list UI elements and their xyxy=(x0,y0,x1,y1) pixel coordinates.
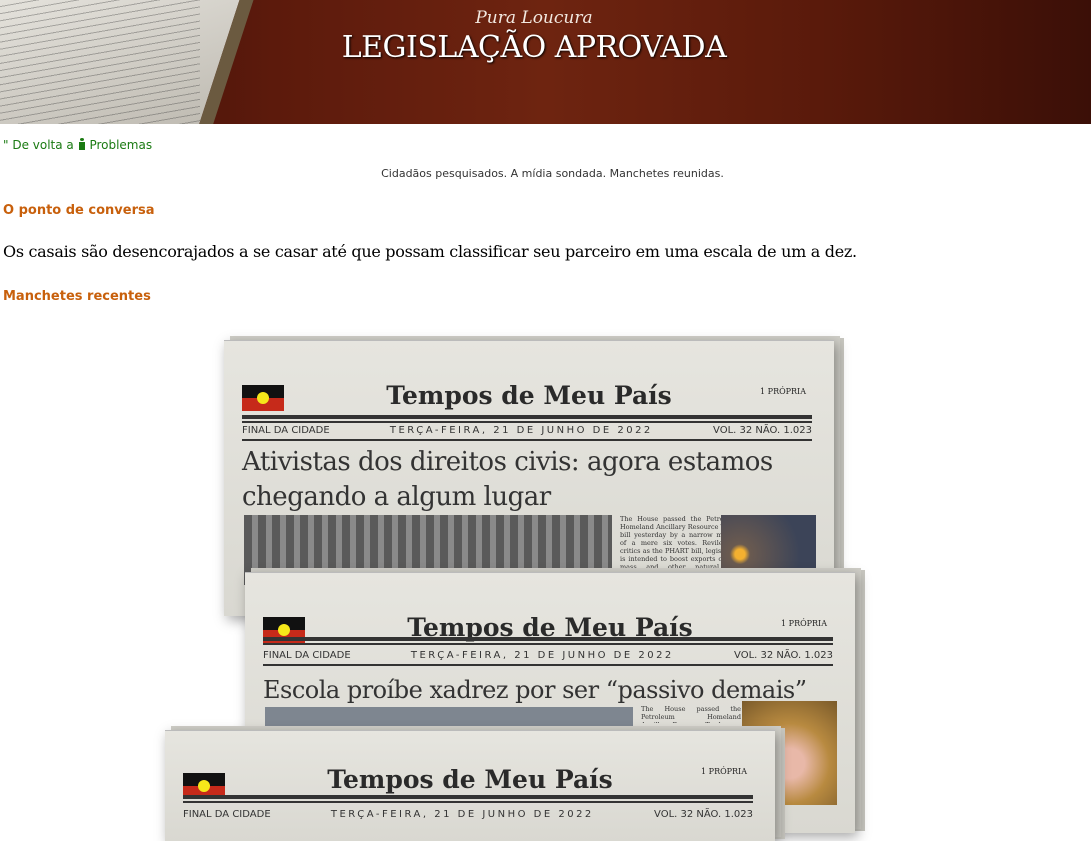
volume: VOL. 32 NÃO. 1.023 xyxy=(734,650,833,661)
date: TERÇA-FEIRA, 21 DE JUNHO DE 2022 xyxy=(410,650,674,661)
banner-kicker: Pura Loucura xyxy=(475,8,593,28)
edition: FINAL DA CIDADE xyxy=(242,425,330,436)
edition: FINAL DA CIDADE xyxy=(263,650,351,661)
tree-photo xyxy=(721,515,816,571)
newspaper-3[interactable]: Tempos de Meu País 1 PRÓPRIA FINAL DA CI… xyxy=(165,730,775,841)
date: TERÇA-FEIRA, 21 DE JUNHO DE 2022 xyxy=(330,809,594,820)
banner-title: LEGISLAÇÃO APROVADA xyxy=(341,30,727,65)
edition: FINAL DA CIDADE xyxy=(183,809,271,820)
masthead: Tempos de Meu País xyxy=(327,765,613,794)
talking-point-text: Os casais são desencorajados a se casar … xyxy=(3,242,857,261)
volume: VOL. 32 NÃO. 1.023 xyxy=(654,809,753,820)
header-banner: Pura Loucura LEGISLAÇÃO APROVADA xyxy=(0,0,1091,124)
person-icon xyxy=(78,138,86,150)
talking-point-heading: O ponto de conversa xyxy=(3,203,155,218)
volume: VOL. 32 NÃO. 1.023 xyxy=(713,425,812,436)
back-prefix: " De volta a xyxy=(3,138,74,152)
masthead: Tempos de Meu País xyxy=(386,381,672,410)
copy-label: 1 PRÓPRIA xyxy=(760,387,806,396)
article-blurb: The House passed the Petroleum Homeland … xyxy=(641,705,741,723)
problems-link[interactable]: Problemas xyxy=(89,138,152,152)
copy-label: 1 PRÓPRIA xyxy=(781,619,827,628)
copy-label: 1 PRÓPRIA xyxy=(701,767,747,776)
recent-headlines-heading: Manchetes recentes xyxy=(3,289,151,304)
tagline: Cidadãos pesquisados. A mídia sondada. M… xyxy=(381,167,724,180)
date: TERÇA-FEIRA, 21 DE JUNHO DE 2022 xyxy=(389,425,653,436)
headline: Ativistas dos direitos civis: agora esta… xyxy=(242,447,773,512)
back-link[interactable]: " De volta a Problemas xyxy=(3,138,152,152)
